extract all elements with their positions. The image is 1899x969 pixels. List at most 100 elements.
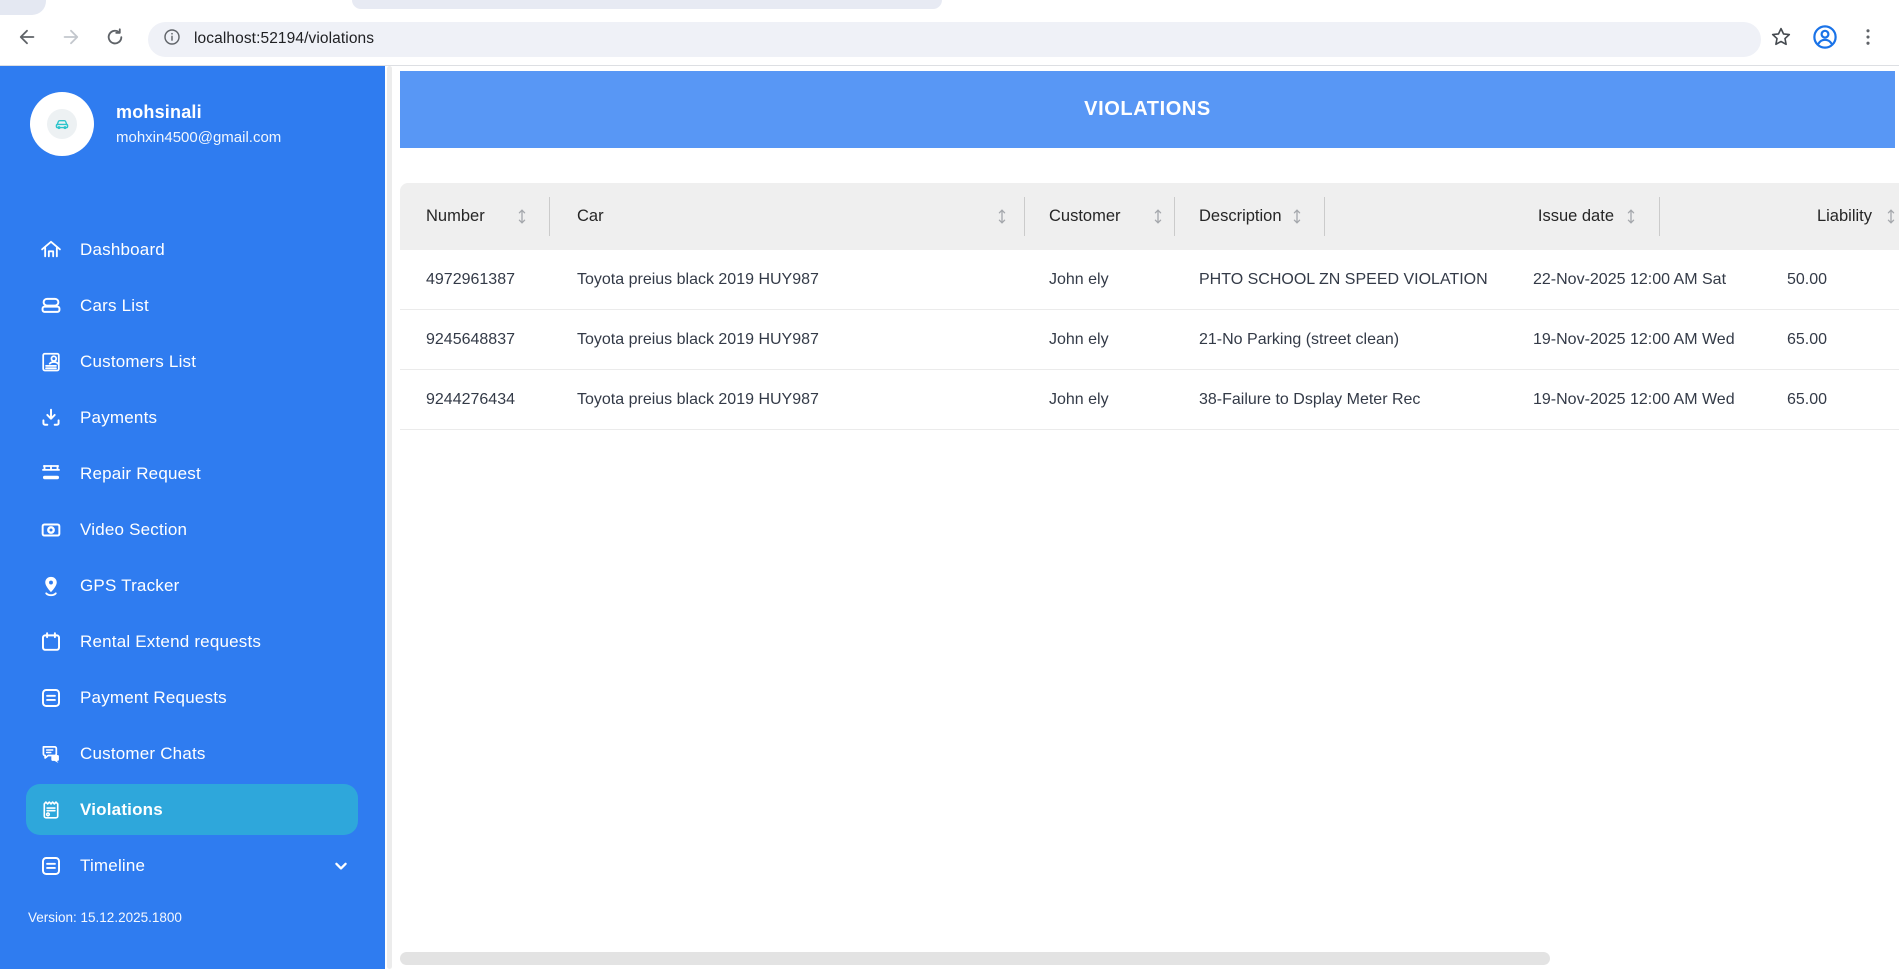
- sidebar-item-label: Timeline: [80, 856, 146, 875]
- bookmark-star-icon[interactable]: [1769, 25, 1793, 54]
- address-bar[interactable]: localhost:52194/violations: [148, 21, 1761, 57]
- sidebar-item-label: Payments: [80, 408, 158, 427]
- cell-customer: John ely: [1025, 370, 1175, 430]
- cell-description: PHTO SCHOOL ZN SPEED VIOLATION: [1175, 250, 1488, 310]
- sidebar-item-label: Customers List: [80, 352, 197, 371]
- sort-icon[interactable]: [1624, 208, 1638, 225]
- sidebar-item-label: Customer Chats: [80, 744, 206, 763]
- page-title: VIOLATIONS: [1084, 98, 1211, 120]
- back-button[interactable]: [10, 22, 44, 56]
- sidebar-item-dashboard[interactable]: Dashboard: [0, 222, 385, 278]
- forward-button[interactable]: [54, 22, 88, 56]
- sidebar-item-repair-request[interactable]: Repair Request: [0, 446, 385, 502]
- chevron-down-icon[interactable]: [329, 854, 353, 878]
- sidebar-item-timeline[interactable]: Timeline: [0, 838, 385, 894]
- cell-number: 4972961387: [400, 250, 550, 310]
- sidebar-item-payments[interactable]: Payments: [0, 390, 385, 446]
- location-pin-icon: [38, 573, 64, 599]
- sidebar-item-label: Violations: [80, 799, 163, 819]
- column-header-issue-date[interactable]: Issue date: [1325, 183, 1660, 250]
- download-icon: [38, 405, 64, 431]
- column-label: Issue date: [1537, 207, 1614, 225]
- table-row[interactable]: 9244276434 Toyota preius black 2019 HUY9…: [400, 370, 1899, 430]
- sidebar-item-label: Repair Request: [80, 464, 201, 483]
- sidebar-item-violations[interactable]: Violations: [26, 784, 358, 835]
- document-lines-icon: [38, 685, 64, 711]
- sort-icon[interactable]: [515, 208, 529, 225]
- sidebar-item-label: Dashboard: [80, 240, 165, 259]
- calendar-icon: [38, 629, 64, 655]
- violations-table: Number Car Customer Description Issue da…: [400, 183, 1899, 430]
- sidebar-menu: Dashboard Cars List Customers List Payme…: [0, 222, 385, 925]
- cell-number: 9245648837: [400, 310, 550, 370]
- sort-icon[interactable]: [1151, 208, 1165, 225]
- table-header-row: Number Car Customer Description Issue da…: [400, 183, 1899, 250]
- car-icon: [38, 293, 64, 319]
- site-info-icon[interactable]: [162, 27, 182, 52]
- sidebar-scrollbar[interactable]: [387, 66, 392, 969]
- url-text[interactable]: localhost:52194/violations: [194, 30, 374, 48]
- sidebar: mohsinali mohxin4500@gmail.com Dashboard…: [0, 66, 385, 969]
- user-name: mohsinali: [116, 102, 202, 122]
- cell-car: Toyota preius black 2019 HUY987: [550, 310, 1025, 370]
- sidebar-item-label: Payment Requests: [80, 688, 227, 707]
- column-label: Customer: [1049, 207, 1121, 225]
- app-window: mohsinali mohxin4500@gmail.com Dashboard…: [0, 66, 1899, 969]
- column-label: Liability: [1816, 207, 1872, 225]
- car-avatar-icon: [47, 109, 77, 139]
- version-label: Version: 15.12.2025.1800: [28, 910, 182, 925]
- tab-fragment: [0, 0, 46, 15]
- column-header-number[interactable]: Number: [400, 183, 550, 250]
- camera-icon: [38, 517, 64, 543]
- chat-bubbles-icon: [38, 741, 64, 767]
- cell-description: 38-Failure to Dsplay Meter Rec: [1175, 370, 1420, 430]
- cell-car: Toyota preius black 2019 HUY987: [550, 250, 1025, 310]
- sidebar-item-customers-list[interactable]: Customers List: [0, 334, 385, 390]
- sidebar-item-rental-extend-requests[interactable]: Rental Extend requests: [0, 614, 385, 670]
- cell-car: Toyota preius black 2019 HUY987: [550, 370, 1025, 430]
- sort-icon[interactable]: [1290, 208, 1304, 225]
- forward-arrow-icon: [60, 26, 82, 53]
- sort-icon[interactable]: [1884, 208, 1898, 225]
- customers-doc-icon: [38, 349, 64, 375]
- sidebar-item-payment-requests[interactable]: Payment Requests: [0, 670, 385, 726]
- sort-icon[interactable]: [995, 208, 1009, 225]
- ticket-icon: [38, 797, 64, 823]
- sidebar-item-video-section[interactable]: Video Section: [0, 502, 385, 558]
- tab-fragment: [352, 0, 942, 9]
- cell-customer: John ely: [1025, 250, 1175, 310]
- reload-button[interactable]: [98, 22, 132, 56]
- cell-description: 21-No Parking (street clean): [1175, 310, 1399, 370]
- main-content: VIOLATIONS Number Car Customer Descripti…: [400, 66, 1899, 969]
- sidebar-item-label: GPS Tracker: [80, 576, 180, 595]
- column-header-liability[interactable]: Liability: [1660, 183, 1899, 250]
- avatar: [30, 92, 94, 156]
- awning-icon: [38, 461, 64, 487]
- home-icon: [38, 237, 64, 263]
- sidebar-item-label: Video Section: [80, 520, 188, 539]
- column-label: Number: [426, 207, 485, 225]
- table-row[interactable]: 9245648837 Toyota preius black 2019 HUY9…: [400, 310, 1899, 370]
- sidebar-item-cars-list[interactable]: Cars List: [0, 278, 385, 334]
- user-profile[interactable]: mohsinali mohxin4500@gmail.com: [0, 66, 385, 156]
- sidebar-item-customer-chats[interactable]: Customer Chats: [0, 726, 385, 782]
- cell-customer: John ely: [1025, 310, 1175, 370]
- document-lines-icon: [38, 853, 64, 879]
- sidebar-item-gps-tracker[interactable]: GPS Tracker: [0, 558, 385, 614]
- column-header-customer[interactable]: Customer: [1025, 183, 1175, 250]
- horizontal-scrollbar[interactable]: [400, 952, 1550, 965]
- table-row[interactable]: 4972961387 Toyota preius black 2019 HUY9…: [400, 250, 1899, 310]
- reload-icon: [104, 26, 126, 53]
- back-arrow-icon: [16, 26, 38, 53]
- sidebar-item-label: Cars List: [80, 296, 149, 315]
- column-label: Car: [577, 207, 604, 225]
- column-header-car[interactable]: Car: [550, 183, 1025, 250]
- menu-dots-icon[interactable]: [1857, 26, 1879, 53]
- cell-number: 9244276434: [400, 370, 550, 430]
- profile-icon[interactable]: [1811, 23, 1839, 56]
- browser-chrome: localhost:52194/violations: [0, 0, 1899, 66]
- page-banner: VIOLATIONS: [400, 71, 1895, 148]
- column-label: Description: [1199, 207, 1282, 225]
- column-header-description[interactable]: Description: [1175, 183, 1325, 250]
- sidebar-item-label: Rental Extend requests: [80, 632, 262, 651]
